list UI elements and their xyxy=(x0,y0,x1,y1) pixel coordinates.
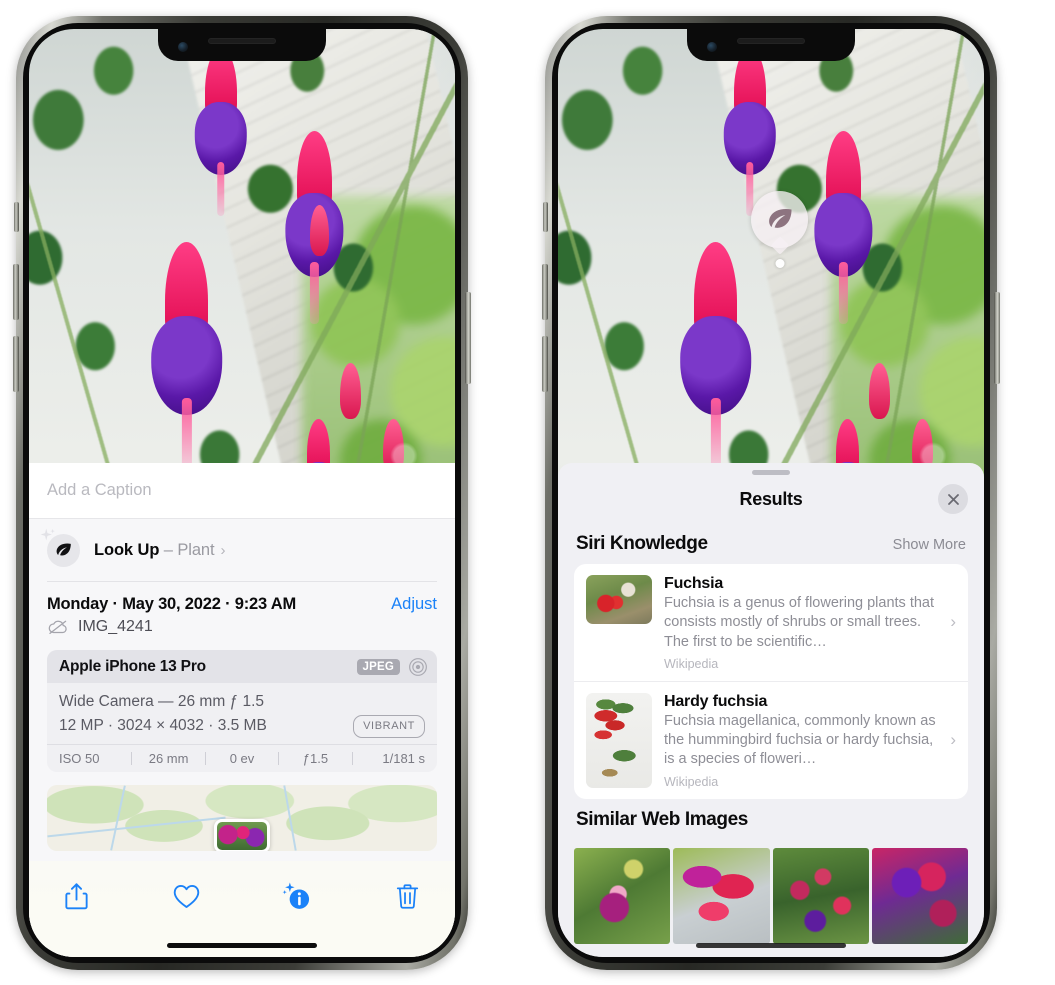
front-camera xyxy=(707,42,717,52)
right-phone-device: Results Siri Knowledge Show More Fuchsia… xyxy=(542,16,1000,970)
leaf-icon xyxy=(40,528,80,567)
chevron-right-icon: › xyxy=(950,612,956,632)
look-up-label: Look Up – Plant xyxy=(94,540,215,559)
results-sheet: Results Siri Knowledge Show More Fuchsia… xyxy=(558,463,984,957)
volume-down-button[interactable] xyxy=(13,336,19,392)
siri-knowledge-header: Siri Knowledge Show More xyxy=(558,523,984,564)
result-title: Fuchsia xyxy=(664,575,724,592)
aperture-icon xyxy=(409,657,427,676)
right-phone-screen: Results Siri Knowledge Show More Fuchsia… xyxy=(558,29,984,957)
exif-header: Apple iPhone 13 Pro JPEG xyxy=(47,650,437,683)
result-source: Wikipedia xyxy=(664,774,719,789)
share-icon[interactable] xyxy=(55,875,97,917)
page-title: Results xyxy=(739,488,803,509)
adjust-button[interactable]: Adjust xyxy=(391,595,437,614)
mute-switch[interactable] xyxy=(14,202,19,232)
exif-stat: 1/181 s xyxy=(382,751,426,767)
photo-info-sheet: Add a Caption Look Up – Plant › Monday ·… xyxy=(29,463,455,957)
filename-row: IMG_4241 xyxy=(29,614,455,636)
result-thumbnail xyxy=(586,692,652,788)
capture-date-row: Monday · May 30, 2022 · 9:23 AM Adjust xyxy=(29,582,455,614)
exif-size-row: 12 MP · 3024 × 4032 · 3.5 MB VIBRANT xyxy=(59,714,425,738)
earpiece-speaker xyxy=(208,38,276,44)
similar-web-images-row xyxy=(574,847,968,944)
home-indicator[interactable] xyxy=(696,943,846,948)
siri-knowledge-card-group: Fuchsia Fuchsia is a genus of flowering … xyxy=(574,564,968,799)
capture-date: Monday · May 30, 2022 · 9:23 AM xyxy=(47,595,297,613)
exif-stats-row: ISO 50 26 mm 0 ev ƒ1.5 1/181 s xyxy=(47,744,437,772)
home-indicator[interactable] xyxy=(167,943,317,948)
trash-icon[interactable] xyxy=(387,875,429,917)
result-description: Fuchsia magellanica, commonly known as t… xyxy=(664,712,936,768)
caption-input[interactable]: Add a Caption xyxy=(47,481,152,500)
cloud-slash-icon xyxy=(48,620,67,634)
exif-body: Wide Camera — 26 mm ƒ 1.5 12 MP · 3024 ×… xyxy=(47,683,437,744)
chevron-right-icon: › xyxy=(220,541,226,559)
chevron-right-icon: › xyxy=(950,730,956,750)
notch xyxy=(158,29,326,61)
section-title: Siri Knowledge xyxy=(576,533,708,554)
exif-size-line: 12 MP · 3024 × 4032 · 3.5 MB xyxy=(59,717,267,735)
filename: IMG_4241 xyxy=(78,618,153,635)
exif-stat: ISO 50 xyxy=(59,751,100,767)
front-camera xyxy=(178,42,188,52)
photographic-style-badge: VIBRANT xyxy=(353,714,425,738)
similar-web-images-header: Similar Web Images xyxy=(558,799,984,840)
list-item[interactable]: Fuchsia Fuchsia is a genus of flowering … xyxy=(574,564,968,681)
result-title: Hardy fuchsia xyxy=(664,692,768,710)
exif-stat: 26 mm xyxy=(148,751,189,767)
info-sparkle-icon[interactable] xyxy=(276,875,318,917)
left-phone-screen: Add a Caption Look Up – Plant › Monday ·… xyxy=(29,29,455,957)
section-title: Similar Web Images xyxy=(576,808,748,830)
photo-pin[interactable] xyxy=(214,819,270,852)
exif-lens-line: Wide Camera — 26 mm ƒ 1.5 xyxy=(59,693,265,710)
leaf-glyph xyxy=(768,208,792,228)
caption-row[interactable]: Add a Caption xyxy=(29,463,455,519)
heart-icon[interactable] xyxy=(166,875,208,917)
notch xyxy=(687,29,855,61)
pin-thumbnail xyxy=(217,822,267,851)
result-description: Fuchsia is a genus of flowering plants t… xyxy=(664,595,935,650)
earpiece-speaker xyxy=(737,38,805,44)
volume-up-button[interactable] xyxy=(13,264,19,320)
leaf-glyph xyxy=(56,543,71,555)
web-image-thumbnail[interactable] xyxy=(772,847,869,944)
web-image-thumbnail[interactable] xyxy=(871,847,968,944)
exif-card: Apple iPhone 13 Pro JPEG Wide Camera — 2… xyxy=(47,650,437,773)
exif-stat: ƒ1.5 xyxy=(302,751,329,767)
exif-device-name: Apple iPhone 13 Pro xyxy=(59,657,206,675)
left-phone-device: Add a Caption Look Up – Plant › Monday ·… xyxy=(13,16,471,970)
format-badge: JPEG xyxy=(356,658,400,675)
result-thumbnail xyxy=(586,575,652,624)
plant-lookup-pin[interactable] xyxy=(751,191,808,268)
results-header: Results xyxy=(558,475,984,523)
result-source: Wikipedia xyxy=(664,656,719,671)
screenshot-root: Add a Caption Look Up – Plant › Monday ·… xyxy=(0,0,1055,985)
location-map-strip[interactable] xyxy=(47,785,437,852)
web-image-thumbnail[interactable] xyxy=(673,847,770,944)
volume-down-button[interactable] xyxy=(542,336,548,392)
mute-switch[interactable] xyxy=(543,202,548,232)
sparkle-icon xyxy=(40,528,55,540)
look-up-row[interactable]: Look Up – Plant › xyxy=(29,519,455,581)
close-icon[interactable] xyxy=(938,484,968,514)
list-item[interactable]: Hardy fuchsia Fuchsia magellanica, commo… xyxy=(574,680,968,799)
pin-dot xyxy=(775,259,784,268)
power-button[interactable] xyxy=(465,292,471,384)
show-more-button[interactable]: Show More xyxy=(893,537,966,553)
volume-up-button[interactable] xyxy=(542,264,548,320)
power-button[interactable] xyxy=(994,292,1000,384)
exif-stat: 0 ev xyxy=(229,751,255,767)
web-image-thumbnail[interactable] xyxy=(574,847,671,944)
